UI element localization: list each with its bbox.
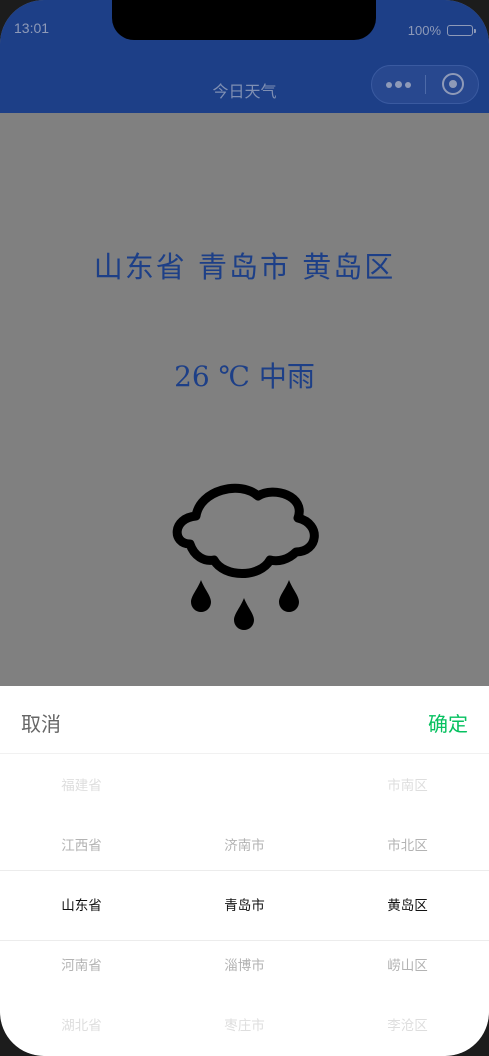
more-icon[interactable] [372,66,425,103]
picker-option[interactable]: 江西省 [0,816,163,876]
picker-option[interactable]: 淄博市 [163,936,326,996]
picker-option[interactable]: 崂山区 [326,936,489,996]
picker-option[interactable]: 河南省 [0,936,163,996]
city-column[interactable]: 济南市 青岛市 淄博市 枣庄市 [163,754,326,1056]
picker-option[interactable]: 湖北省 [0,996,163,1056]
picker-option[interactable] [163,756,326,816]
rain-cloud-icon [172,483,319,630]
picker-toolbar: 取消 确定 [0,686,489,754]
picker-option-selected[interactable]: 山东省 [0,876,163,936]
battery-icon [447,25,476,36]
navigation-bar: 13:01 100% 今日天气 [0,0,489,113]
picker-option[interactable]: 市北区 [326,816,489,876]
picker-option[interactable]: 济南市 [163,816,326,876]
picker-option[interactable]: 李沧区 [326,996,489,1056]
menu-capsule [371,65,479,104]
picker-option-selected[interactable]: 黄岛区 [326,876,489,936]
phone-screen: 13:01 100% 今日天气 山东省 青岛市 黄岛区 26 ℃ 中雨 取消 确… [0,0,489,1056]
picker-option[interactable]: 枣庄市 [163,996,326,1056]
region-picker: 取消 确定 福建省 江西省 山东省 河南省 湖北省 济南市 青岛市 淄博市 枣庄… [0,686,489,1056]
picker-option[interactable]: 福建省 [0,756,163,816]
status-time: 13:01 [14,20,50,36]
province-column[interactable]: 福建省 江西省 山东省 河南省 湖北省 [0,754,163,1056]
close-miniprogram-icon[interactable] [442,73,464,95]
confirm-button[interactable]: 确定 [428,708,468,737]
weather-text: 26 ℃ 中雨 [174,360,315,393]
cancel-button[interactable]: 取消 [21,708,61,737]
picker-option-selected[interactable]: 青岛市 [163,876,326,936]
picker-option[interactable]: 市南区 [326,756,489,816]
capsule-divider [425,75,426,94]
location-text[interactable]: 山东省 青岛市 黄岛区 [0,244,489,286]
district-column[interactable]: 市南区 市北区 黄岛区 崂山区 李沧区 [326,754,489,1056]
status-battery-group: 100% [407,23,476,38]
device-notch [112,0,376,40]
battery-percentage: 100% [407,23,441,38]
